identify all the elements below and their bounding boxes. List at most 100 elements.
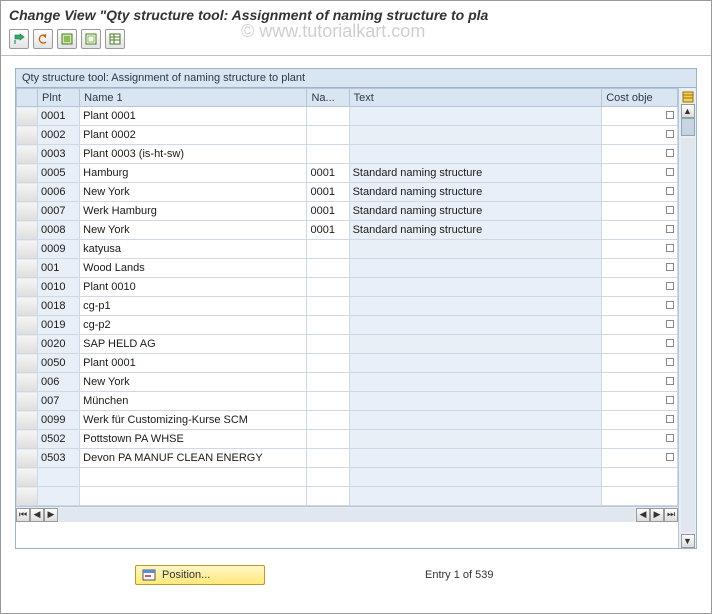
col-plnt[interactable]: Plnt <box>38 89 80 107</box>
table-row[interactable]: 0006New York0001Standard naming structur… <box>17 183 678 202</box>
cell-cost[interactable] <box>602 354 678 373</box>
table-row[interactable]: 0099Werk für Customizing-Kurse SCM <box>17 411 678 430</box>
cell-name1[interactable]: New York <box>80 221 307 240</box>
cell-cost[interactable] <box>602 392 678 411</box>
cell-na[interactable]: 0001 <box>307 183 349 202</box>
table-row[interactable]: 0020SAP HELD AG <box>17 335 678 354</box>
row-selector[interactable] <box>17 335 38 354</box>
cell-name1[interactable]: cg-p1 <box>80 297 307 316</box>
row-selector[interactable] <box>17 449 38 468</box>
scroll-left-end-icon[interactable]: ⏮ <box>16 508 30 522</box>
row-selector[interactable] <box>17 126 38 145</box>
cell-name1[interactable]: Plant 0002 <box>80 126 307 145</box>
cell-cost[interactable] <box>602 278 678 297</box>
col-name1[interactable]: Name 1 <box>80 89 307 107</box>
row-selector[interactable] <box>17 278 38 297</box>
table-row[interactable]: 0502Pottstown PA WHSE <box>17 430 678 449</box>
table-row[interactable]: 0005Hamburg0001Standard naming structure <box>17 164 678 183</box>
cell-cost[interactable] <box>602 240 678 259</box>
cell-plnt[interactable]: 0005 <box>38 164 80 183</box>
cell-na[interactable] <box>307 316 349 335</box>
undo-button[interactable] <box>33 29 53 49</box>
cell-na[interactable] <box>307 392 349 411</box>
cell-cost[interactable] <box>602 373 678 392</box>
row-selector[interactable] <box>17 373 38 392</box>
table-row[interactable]: 0019cg-p2 <box>17 316 678 335</box>
other-view-button[interactable] <box>9 29 29 49</box>
cell-na[interactable]: 0001 <box>307 221 349 240</box>
scroll-up-icon[interactable]: ▲ <box>681 104 695 118</box>
cell-cost[interactable] <box>602 221 678 240</box>
cell-na[interactable] <box>307 297 349 316</box>
position-button[interactable]: Position... <box>135 565 265 585</box>
table-config-icon[interactable] <box>681 90 695 104</box>
row-selector[interactable] <box>17 297 38 316</box>
cell-name1[interactable]: SAP HELD AG <box>80 335 307 354</box>
row-selector[interactable] <box>17 354 38 373</box>
cell-na[interactable] <box>307 430 349 449</box>
table-row[interactable]: 001Wood Lands <box>17 259 678 278</box>
row-selector[interactable] <box>17 164 38 183</box>
cell-plnt[interactable]: 007 <box>38 392 80 411</box>
cell-plnt[interactable]: 0002 <box>38 126 80 145</box>
scroll-left2-icon[interactable]: ◀ <box>636 508 650 522</box>
table-row[interactable]: 0503Devon PA MANUF CLEAN ENERGY <box>17 449 678 468</box>
table-settings-button[interactable] <box>105 29 125 49</box>
cell-name1[interactable]: Plant 0003 (is-ht-sw) <box>80 145 307 164</box>
cell-plnt[interactable]: 0099 <box>38 411 80 430</box>
row-selector[interactable] <box>17 411 38 430</box>
cell-cost[interactable] <box>602 430 678 449</box>
table-row[interactable]: 0009katyusa <box>17 240 678 259</box>
row-selector[interactable] <box>17 240 38 259</box>
cell-cost[interactable] <box>602 259 678 278</box>
cell-plnt[interactable]: 0006 <box>38 183 80 202</box>
cell-name1[interactable]: cg-p2 <box>80 316 307 335</box>
cell-plnt[interactable]: 006 <box>38 373 80 392</box>
cell-plnt[interactable]: 0007 <box>38 202 80 221</box>
cell-cost[interactable] <box>602 145 678 164</box>
cell-cost[interactable] <box>602 126 678 145</box>
row-selector[interactable] <box>17 392 38 411</box>
cell-name1[interactable]: München <box>80 392 307 411</box>
cell-plnt[interactable]: 0019 <box>38 316 80 335</box>
col-text[interactable]: Text <box>349 89 602 107</box>
cell-na[interactable] <box>307 449 349 468</box>
cell-plnt[interactable]: 0009 <box>38 240 80 259</box>
row-selector[interactable] <box>17 430 38 449</box>
table-row[interactable]: 0050Plant 0001 <box>17 354 678 373</box>
row-selector[interactable] <box>17 221 38 240</box>
table-row[interactable]: 0002Plant 0002 <box>17 126 678 145</box>
cell-name1[interactable]: New York <box>80 373 307 392</box>
cell-na[interactable] <box>307 107 349 126</box>
cell-na[interactable] <box>307 145 349 164</box>
row-selector[interactable] <box>17 145 38 164</box>
cell-plnt[interactable]: 0020 <box>38 335 80 354</box>
cell-na[interactable] <box>307 278 349 297</box>
col-na[interactable]: Na... <box>307 89 349 107</box>
cell-plnt[interactable]: 0008 <box>38 221 80 240</box>
col-select-all[interactable] <box>17 89 38 107</box>
table-row[interactable]: 0007Werk Hamburg0001Standard naming stru… <box>17 202 678 221</box>
cell-na[interactable] <box>307 259 349 278</box>
table-row[interactable]: 006New York <box>17 373 678 392</box>
cell-cost[interactable] <box>602 107 678 126</box>
cell-plnt[interactable]: 0050 <box>38 354 80 373</box>
cell-plnt[interactable]: 0003 <box>38 145 80 164</box>
scroll-thumb[interactable] <box>681 118 695 136</box>
cell-cost[interactable] <box>602 449 678 468</box>
cell-plnt[interactable]: 0010 <box>38 278 80 297</box>
cell-cost[interactable] <box>602 411 678 430</box>
scroll-right2-icon[interactable]: ▶ <box>650 508 664 522</box>
cell-na[interactable] <box>307 354 349 373</box>
cell-cost[interactable] <box>602 202 678 221</box>
scroll-right-end-icon[interactable]: ⏭ <box>664 508 678 522</box>
cell-cost[interactable] <box>602 297 678 316</box>
select-all-button[interactable] <box>57 29 77 49</box>
cell-plnt[interactable]: 0502 <box>38 430 80 449</box>
col-cost[interactable]: Cost obje <box>602 89 678 107</box>
row-selector[interactable] <box>17 183 38 202</box>
cell-name1[interactable]: New York <box>80 183 307 202</box>
cell-na[interactable] <box>307 335 349 354</box>
cell-plnt[interactable]: 0018 <box>38 297 80 316</box>
table-row[interactable]: 0001Plant 0001 <box>17 107 678 126</box>
